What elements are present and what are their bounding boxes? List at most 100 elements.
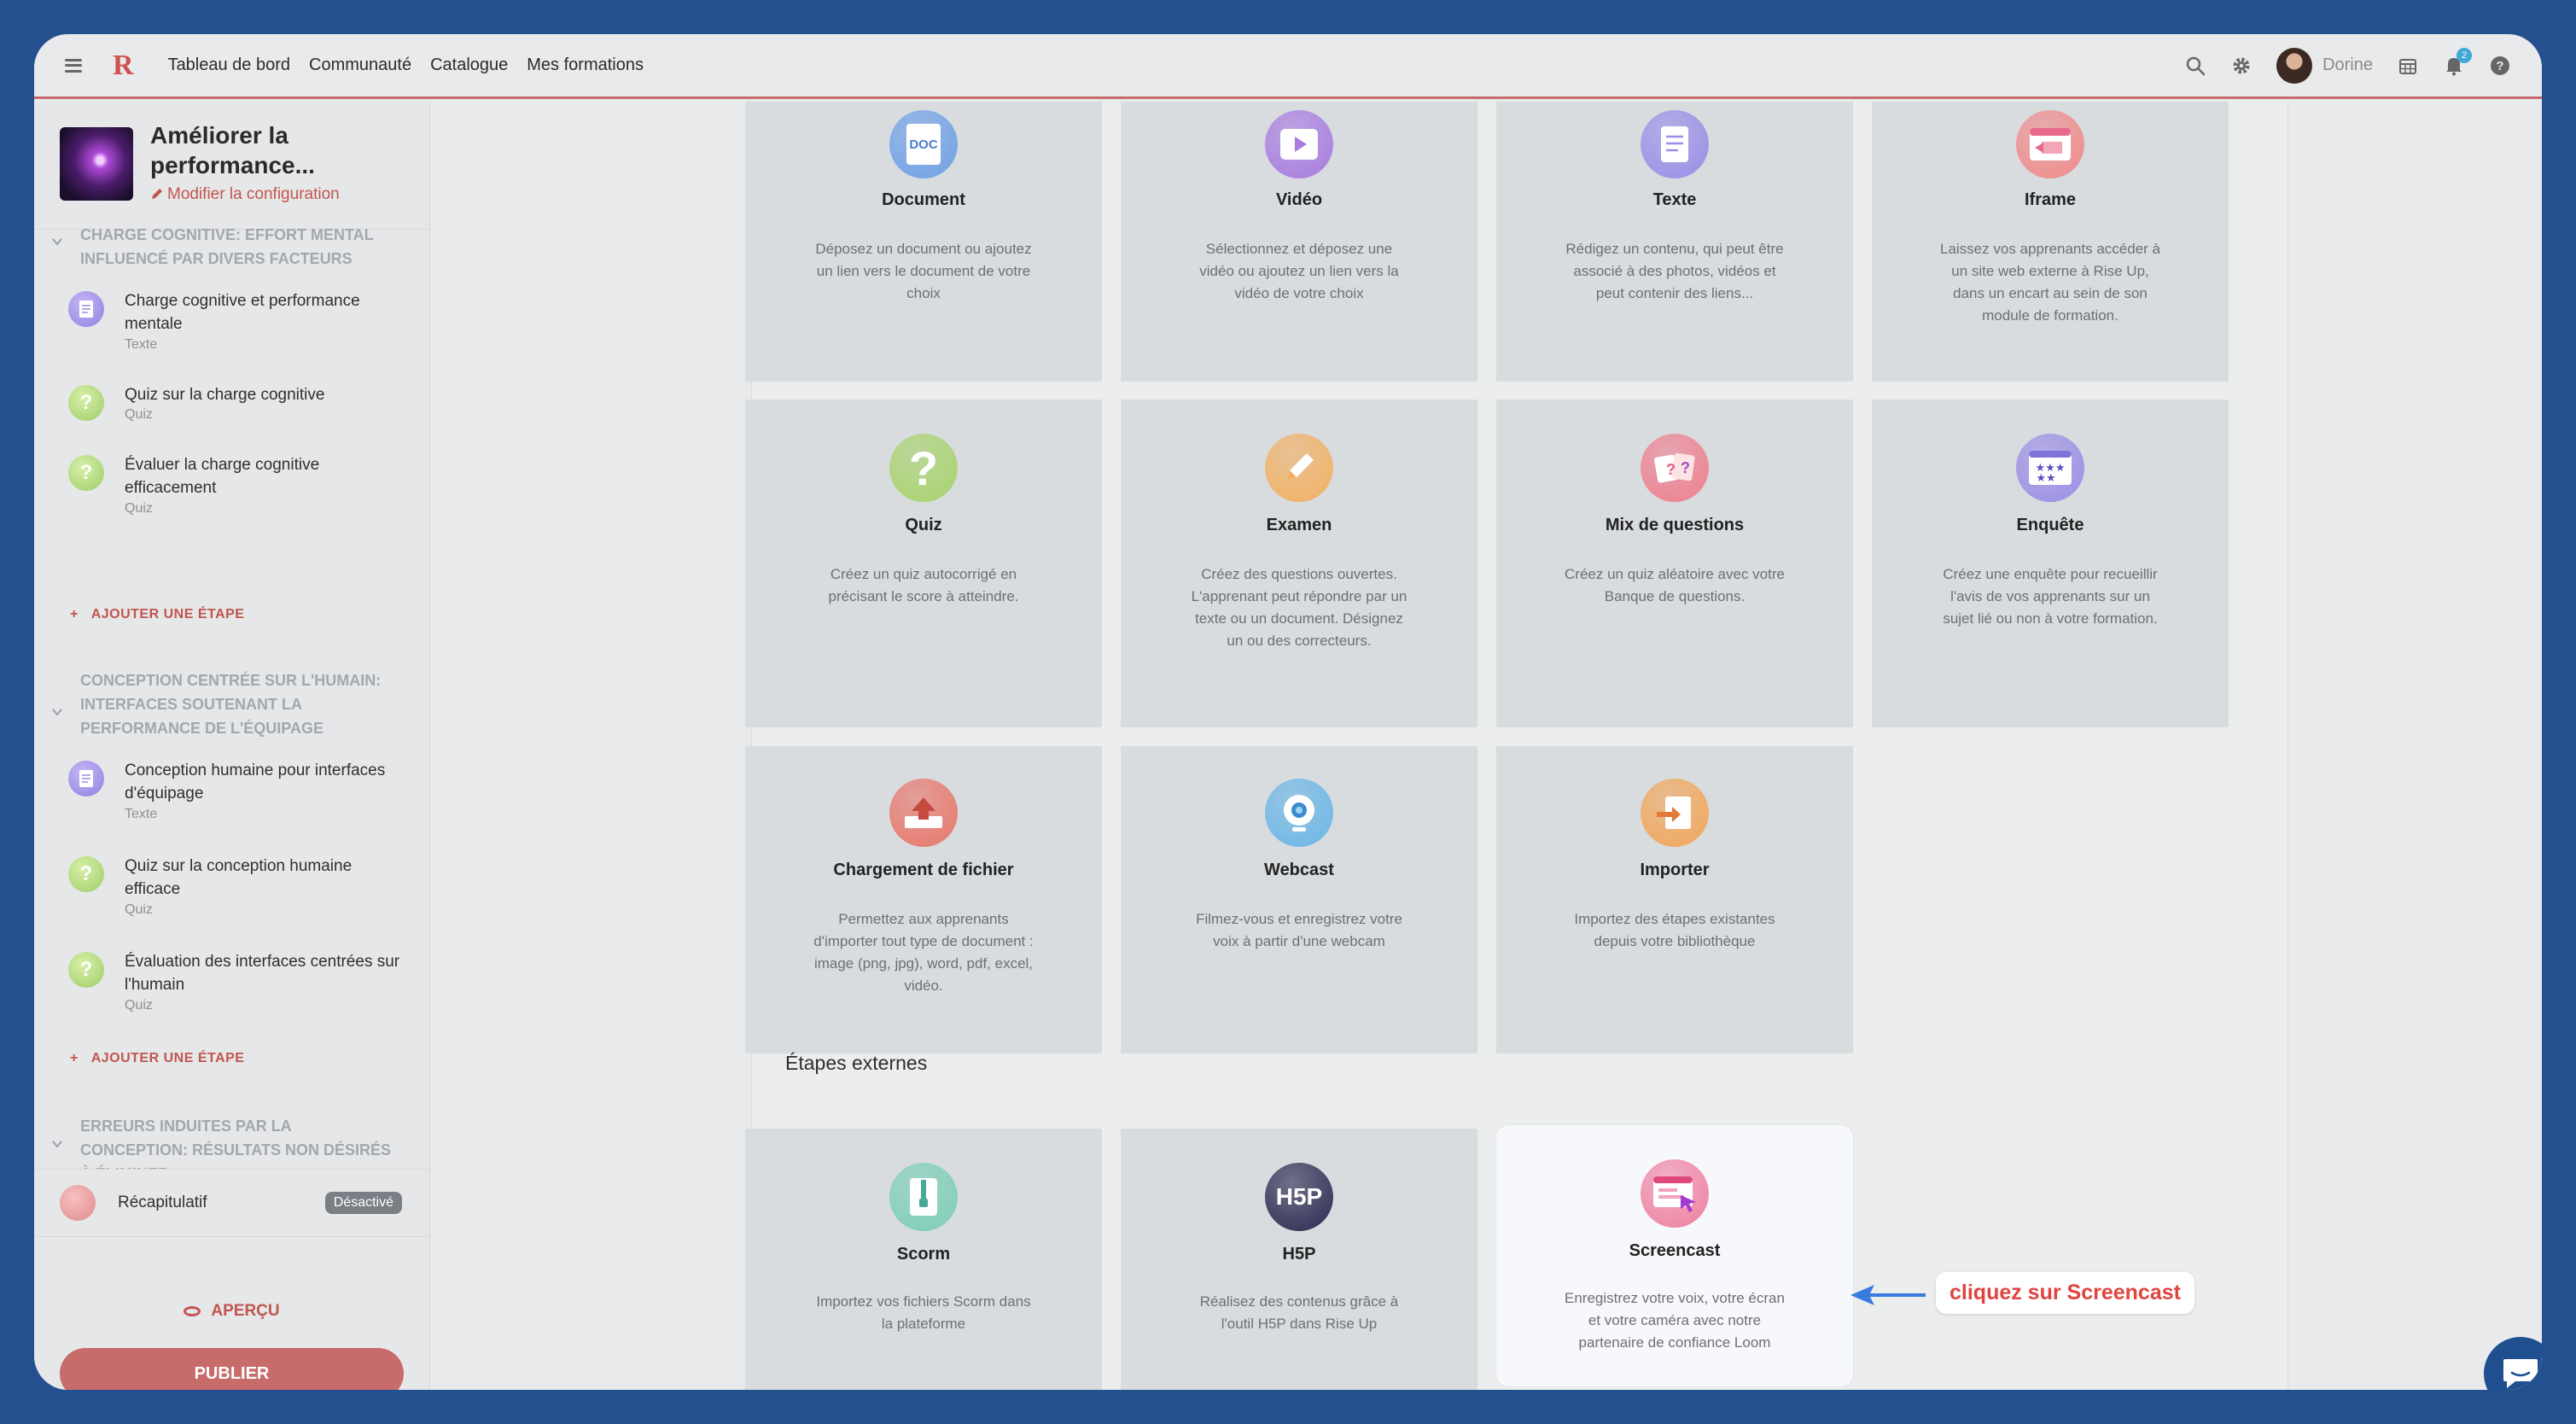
step-card-mix-de-questions[interactable]: ?? Mix de questions Créez un quiz aléatoir… <box>1496 400 1853 727</box>
question-icon: ? <box>68 952 104 988</box>
step-type: Texte <box>125 807 158 821</box>
step-card-document[interactable]: DOC Document Déposez un document ou ajoute… <box>745 102 1102 382</box>
step-title: Quiz sur la charge cognitive <box>125 386 325 404</box>
avatar[interactable] <box>2276 47 2313 84</box>
notification-badge: 2 <box>2457 47 2472 63</box>
question-icon: ? <box>68 856 104 892</box>
edit-config-link[interactable]: Modifier la configuration <box>150 185 340 204</box>
step-card-quiz[interactable]: ? Quiz Créez un quiz autocorrigé en précis… <box>745 400 1102 727</box>
preview-label: APERÇU <box>211 1302 280 1320</box>
user-name[interactable]: Dorine <box>2322 55 2373 75</box>
card-title: Webcast <box>1264 861 1334 879</box>
chevron-down-icon[interactable] <box>51 1138 63 1150</box>
step-type: Quiz <box>125 501 153 516</box>
iframe-icon <box>2016 110 2084 178</box>
chevron-down-icon[interactable] <box>51 236 63 248</box>
card-description: Importez des étapes existantes depuis vo… <box>1574 911 1775 949</box>
publish-button[interactable]: PUBLIER <box>60 1348 404 1390</box>
svg-text:?: ? <box>2496 59 2503 73</box>
card-title: Document <box>882 190 965 209</box>
card-description: Filmez-vous et enregistrez votre voix à … <box>1196 911 1402 949</box>
step-title: Évaluer la charge cognitive efficacement <box>125 456 320 497</box>
text-page-icon <box>1641 110 1709 178</box>
step-type: Texte <box>125 337 158 352</box>
preview-button[interactable]: APERÇU <box>34 1302 429 1321</box>
status-badge: Désactivé <box>324 1192 402 1214</box>
document-icon <box>68 291 104 327</box>
recap-label: Récapitulatif <box>118 1193 207 1211</box>
card-title: Enquête <box>2016 516 2084 534</box>
card-description: Permettez aux apprenants d'importer tout… <box>813 911 1034 994</box>
nav-community[interactable]: Communauté <box>309 55 411 75</box>
question-cards-icon: ?? <box>1641 434 1709 502</box>
step-card-enqu-te[interactable]: ★★★ ★★ Enquête Créez une enquête pour recue… <box>1872 400 2229 727</box>
card-title: Screencast <box>1629 1241 1721 1260</box>
step-card-examen[interactable]: Examen Créez des questions ouvertes. L'ap… <box>1121 400 1477 727</box>
card-title: Iframe <box>2024 190 2077 209</box>
nav-catalog[interactable]: Catalogue <box>430 55 508 75</box>
step-card-vid-o[interactable]: Vidéo Sélectionnez et déposez une vidéo o… <box>1121 102 1477 382</box>
riseup-logo[interactable]: R <box>113 50 134 82</box>
hamburger-menu-icon[interactable] <box>65 58 82 73</box>
recap-icon <box>60 1185 96 1221</box>
card-description: Créez un quiz aléatoire avec votre Banqu… <box>1565 566 1785 604</box>
help-icon[interactable]: ? <box>2489 55 2511 77</box>
import-icon <box>1641 779 1709 847</box>
add-step-label: AJOUTER UNE ÉTAPE <box>90 1051 245 1065</box>
card-description: Laissez vos apprenants accéder à un site… <box>1940 241 2160 324</box>
bell-icon[interactable]: 2 <box>2443 47 2472 77</box>
pencil-icon <box>152 189 162 199</box>
step-card-scorm[interactable]: Scorm Importez vos fichiers Scorm dans la… <box>745 1129 1102 1390</box>
course-header: Améliorer la performance... Modifier la … <box>34 102 429 230</box>
question-icon: ? <box>889 434 958 502</box>
svg-text:★★: ★★ <box>2036 472 2055 485</box>
course-thumbnail[interactable] <box>60 127 133 201</box>
main-nav: Tableau de bord Communauté Catalogue Mes… <box>168 55 644 75</box>
card-description: Rédigez un contenu, qui peut être associ… <box>1565 241 1784 301</box>
header-actions: Dorine 2 ? <box>2184 47 2511 84</box>
external-steps-heading: Étapes externes <box>785 1052 928 1074</box>
step-type: Quiz <box>125 902 153 917</box>
step-title: Évaluation des interfaces centrées sur l… <box>125 953 400 994</box>
question-icon: ? <box>68 385 104 421</box>
annotation-callout: cliquez sur Screencast <box>1936 1272 2194 1314</box>
svg-text:?: ? <box>1681 459 1690 476</box>
card-description: Importez vos fichiers Scorm dans la plat… <box>816 1293 1031 1332</box>
step-card-iframe[interactable]: Iframe Laissez vos apprenants accéder à u… <box>1872 102 2229 382</box>
card-description: Enregistrez votre voix, votre écran et v… <box>1565 1290 1785 1351</box>
step-card-h5p[interactable]: H5P H5P Réalisez des contenus grâce à l'ou… <box>1121 1129 1477 1390</box>
card-description: Sélectionnez et déposez une vidéo ou ajo… <box>1199 241 1399 301</box>
step-card-importer[interactable]: Importer Importez des étapes existantes d… <box>1496 746 1853 1053</box>
card-description: Créez une enquête pour recueillir l'avis… <box>1943 566 2158 627</box>
question-icon: ? <box>68 455 104 491</box>
upload-icon <box>889 779 958 847</box>
search-icon[interactable] <box>2184 55 2206 77</box>
add-step-button[interactable]: + AJOUTER UNE ÉTAPE <box>70 607 244 622</box>
gear-icon[interactable] <box>2230 55 2253 77</box>
video-play-icon <box>1265 110 1333 178</box>
chevron-down-icon[interactable] <box>51 706 63 718</box>
recap-row[interactable]: Récapitulatif Désactivé <box>34 1169 429 1237</box>
step-title: Charge cognitive et performance mentale <box>125 292 360 333</box>
calendar-icon[interactable] <box>2397 55 2419 77</box>
section-title-2[interactable]: CONCEPTION CENTRÉE SUR L'HUMAIN: INTERFA… <box>80 668 396 740</box>
arrow-left-icon <box>1850 1285 1926 1305</box>
step-card-chargement-de-fichier[interactable]: Chargement de fichier Permettez aux appre… <box>745 746 1102 1053</box>
document-icon <box>68 761 104 797</box>
h5p-label: H5P <box>1275 1183 1323 1210</box>
pencil-icon <box>1265 434 1333 502</box>
nav-dashboard[interactable]: Tableau de bord <box>168 55 290 75</box>
card-title: Quiz <box>905 516 942 534</box>
card-title: Scorm <box>896 1245 951 1264</box>
step-card-webcast[interactable]: Webcast Filmez-vous et enregistrez votre … <box>1121 746 1477 1053</box>
add-step-button[interactable]: + AJOUTER UNE ÉTAPE <box>70 1051 244 1066</box>
svg-text:?: ? <box>1666 461 1676 478</box>
step-card-screencast[interactable]: Screencast Enregistrez votre voix, votre … <box>1496 1125 1853 1386</box>
card-title: H5P <box>1282 1245 1316 1264</box>
step-card-texte[interactable]: Texte Rédigez un contenu, qui peut être a… <box>1496 102 1853 382</box>
step-title: Conception humaine pour interfaces d'équ… <box>125 762 386 802</box>
nav-my-trainings[interactable]: Mes formations <box>527 55 644 75</box>
eye-icon <box>184 1306 201 1316</box>
course-title[interactable]: Améliorer la performance... <box>150 120 406 180</box>
section-title-1[interactable]: CHARGE COGNITIVE: EFFORT MENTAL INFLUENC… <box>80 223 396 271</box>
